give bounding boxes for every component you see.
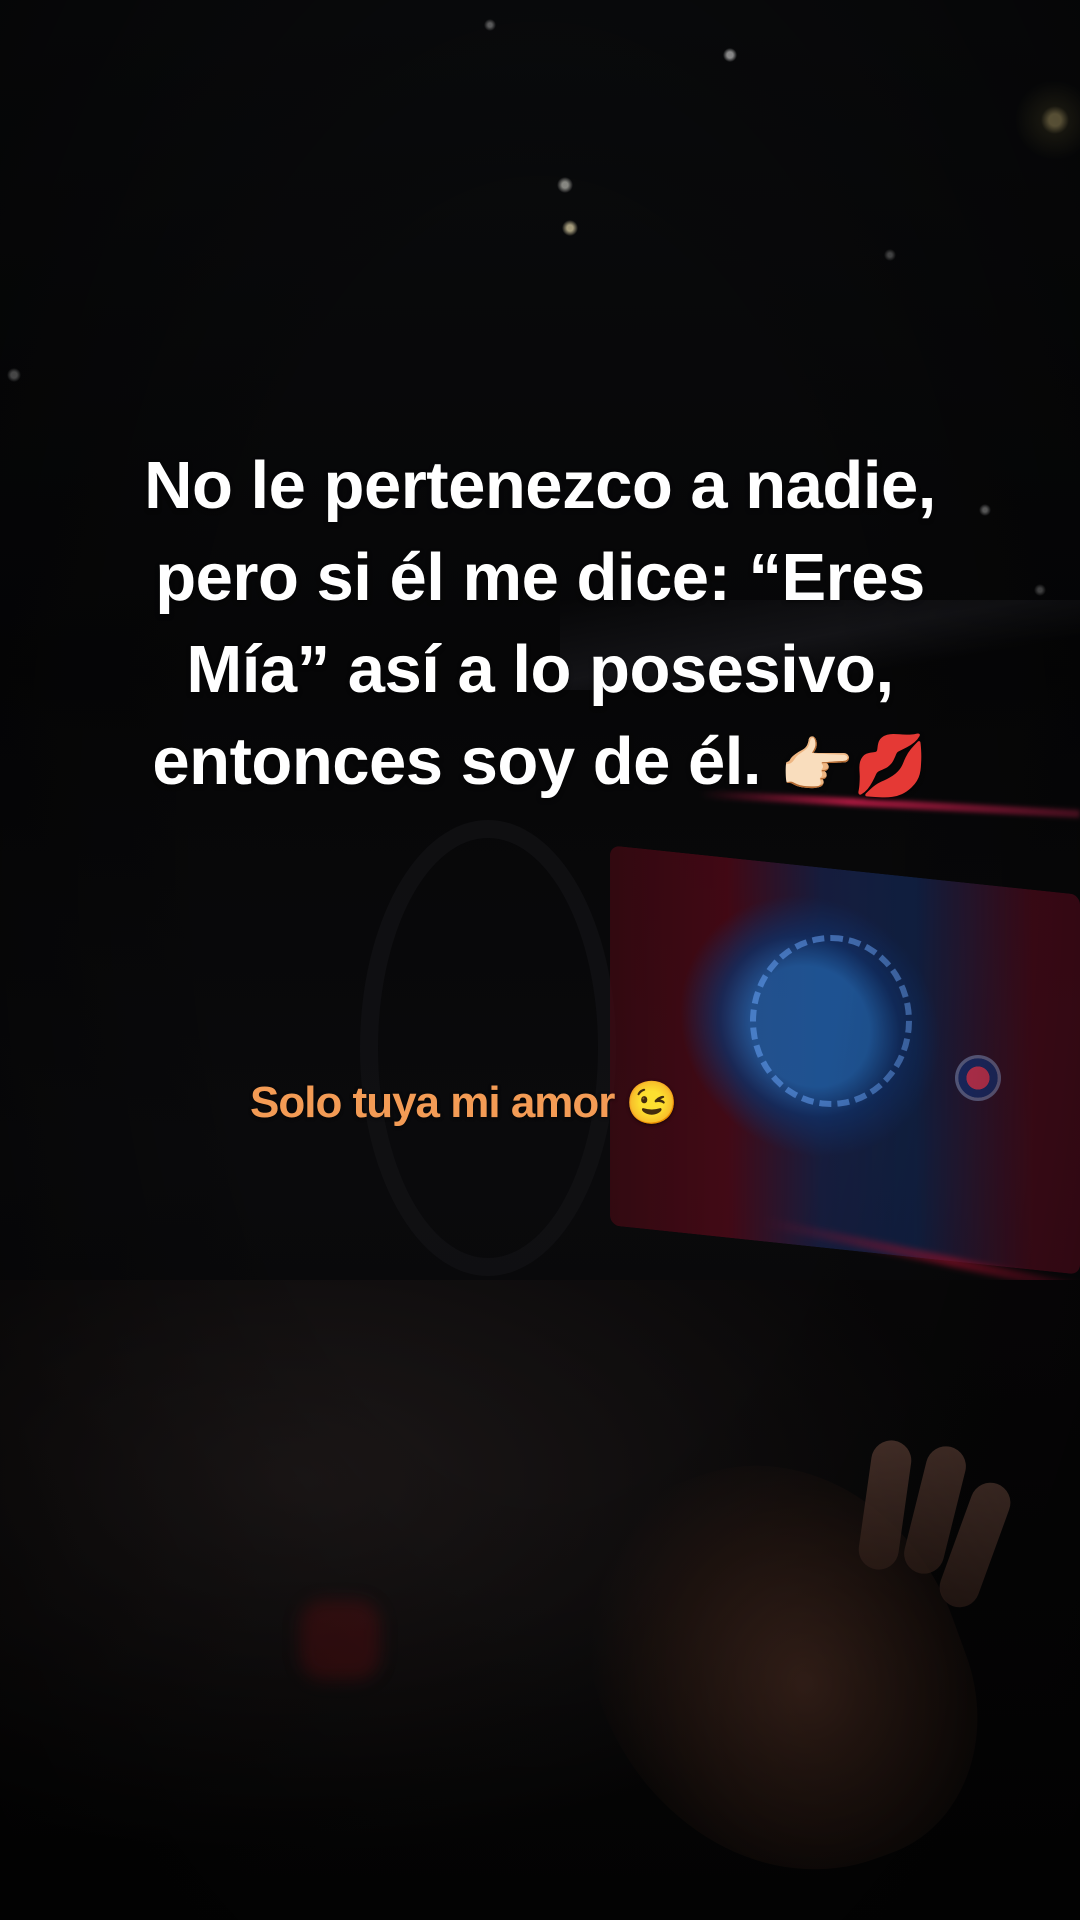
vignette [0, 0, 1080, 1920]
sub-caption-text: Solo tuya mi amor [250, 1078, 615, 1127]
kiss-mark-icon: 💋 [853, 732, 928, 800]
main-caption: No le pertenezco a nadie, pero si él me … [0, 440, 1080, 812]
caption-line-3: Mía” así a lo posesivo, [186, 632, 894, 707]
caption-line-4: entonces soy de él. 👉🏻💋 [0, 716, 1080, 812]
video-frame: No le pertenezco a nadie, pero si él me … [0, 0, 1080, 1920]
caption-line-2: pero si él me dice: “Eres [155, 540, 925, 615]
sub-caption: Solo tuya mi amor 😉 [250, 1075, 678, 1131]
pointing-hand-icon: 👉🏻 [779, 732, 854, 800]
caption-line-1: No le pertenezco a nadie, [144, 448, 936, 523]
caption-line-4-text: entonces soy de él. [152, 724, 762, 799]
winking-face-icon: 😉 [625, 1079, 678, 1126]
